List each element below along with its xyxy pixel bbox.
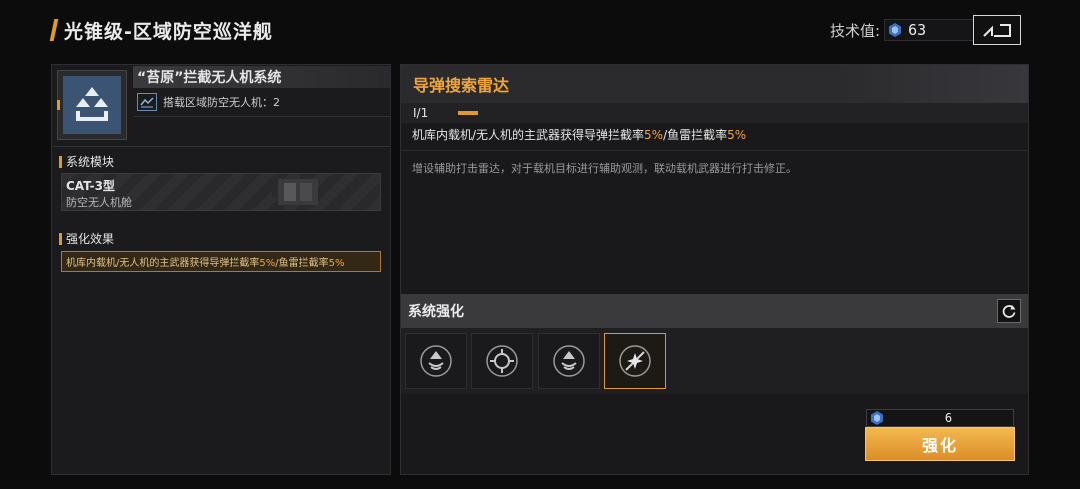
enhance-slot-2[interactable]: [471, 333, 533, 389]
enhance-section-header: 系统强化: [401, 294, 1028, 328]
system-icon-frame: [57, 70, 127, 140]
radar-effect-missile: 5%: [644, 128, 664, 142]
enhance-button-label: 强化: [921, 436, 958, 455]
carry-info: 搭载区域防空无人机：2: [137, 92, 280, 112]
divider: [133, 116, 390, 117]
tech-label: 技术值:: [830, 21, 881, 40]
refresh-button[interactable]: [997, 299, 1021, 323]
effect-text-a: 机库内载机/无人机的主武器获得导弹拦截率: [66, 258, 260, 269]
refresh-icon: [1002, 305, 1016, 318]
selection-marker: [57, 100, 60, 110]
cost-value: 6: [944, 411, 953, 425]
carry-text: 搭载区域防空无人机：2: [163, 96, 280, 109]
tech-gem-icon: [871, 411, 883, 425]
radar-effect-torpedo: 5%: [727, 128, 747, 142]
tech-gem-icon: [889, 23, 902, 37]
radar-title: 导弹搜索雷达: [413, 76, 510, 95]
module-section-header: 系统模块: [59, 153, 114, 170]
enhance-slot-3[interactable]: [538, 333, 600, 389]
level-row: I/1: [401, 103, 1028, 123]
title-accent: [49, 19, 59, 41]
effect-text-c: /鱼雷拦截率: [275, 258, 329, 269]
radar-effect-c: /鱼雷拦截率: [663, 128, 728, 142]
radar-effect-a: 机库内载机/无人机的主武器获得导弹拦截率: [412, 128, 645, 142]
effect-section-label: 强化效果: [66, 232, 115, 246]
back-arrow-icon: [983, 24, 1011, 37]
enhance-slot-4[interactable]: [604, 333, 666, 389]
radar-up-icon: [420, 345, 452, 377]
level-text: I/1: [413, 106, 429, 120]
enhance-slot-1[interactable]: [405, 333, 467, 389]
enhance-cost: 6: [866, 409, 1014, 427]
radar-effect: 机库内载机/无人机的主武器获得导弹拦截率5%/鱼雷拦截率5%: [412, 126, 746, 143]
effect-section-header: 强化效果: [59, 230, 114, 247]
enhance-section-label: 系统强化: [408, 304, 464, 320]
system-name: “苔原”拦截无人机系统: [137, 70, 282, 86]
burst-icon: [619, 345, 651, 377]
crosshair-icon: [486, 345, 518, 377]
drone-bay-art-icon: [272, 179, 318, 205]
module-section-label: 系统模块: [66, 155, 115, 169]
divider: [401, 150, 1028, 151]
drone-icon: [137, 93, 157, 111]
back-button[interactable]: [973, 15, 1021, 45]
page-title: 光锥级-区域防空巡洋舰: [64, 20, 273, 43]
level-progress: [458, 111, 479, 115]
enhance-button[interactable]: 强化: [865, 427, 1015, 461]
radar-header: 导弹搜索雷达: [401, 65, 1028, 103]
effect-value-missile: 5%: [259, 258, 276, 269]
system-icon: [63, 76, 121, 134]
page-title-bar: 光锥级-区域防空巡洋舰: [49, 16, 273, 44]
module-name: CAT-3型: [66, 179, 115, 193]
tech-value: 63: [908, 21, 927, 39]
effect-value-torpedo: 5%: [328, 258, 345, 269]
module-type: 防空无人机舱: [66, 196, 132, 209]
drone-bay-icon: [76, 87, 108, 121]
system-name-bar: “苔原”拦截无人机系统: [133, 66, 390, 88]
radar-up-icon: [553, 345, 585, 377]
divider: [52, 146, 390, 147]
radar-description: 增设辅助打击雷达，对于载机目标进行辅助观测，联动载机武器进行打击修正。: [412, 162, 797, 175]
effect-summary: 机库内载机/无人机的主武器获得导弹拦截率5%/鱼雷拦截率5%: [61, 251, 381, 272]
